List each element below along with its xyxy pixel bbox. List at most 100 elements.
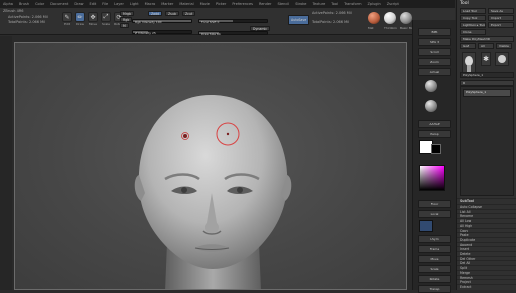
- tool-button-goz[interactable]: GoZ: [460, 43, 476, 49]
- shelf-button-transp[interactable]: Transp: [418, 285, 451, 293]
- tool-button-load-tool[interactable]: Load Tool: [460, 8, 486, 14]
- shelf-button-aahalf[interactable]: AAHalf: [418, 120, 451, 128]
- draw-tool[interactable]: ✏ Draw: [75, 12, 85, 26]
- shelf-button-zoom[interactable]: Zoom: [418, 58, 451, 66]
- menu-item[interactable]: File: [102, 2, 108, 6]
- menu-item[interactable]: Draw: [74, 2, 83, 6]
- menu-item[interactable]: Light: [130, 2, 139, 6]
- subtool-header[interactable]: SubTool: [457, 198, 516, 203]
- edit-label: Edit: [64, 22, 70, 26]
- menu-item[interactable]: Zscript: [387, 2, 399, 6]
- move-tool[interactable]: ✥ Move: [88, 12, 98, 26]
- menu-item[interactable]: Alpha: [3, 2, 13, 6]
- menu-item[interactable]: Stroke: [295, 2, 306, 6]
- menu-item[interactable]: Movie: [200, 2, 210, 6]
- z-intensity-slider[interactable]: Z Intensity 25: [132, 30, 192, 35]
- move-icon: ✥: [88, 12, 98, 22]
- shelf-button-local[interactable]: Local: [418, 210, 451, 218]
- menu-item[interactable]: Layer: [114, 2, 124, 6]
- menu-item[interactable]: Macro: [145, 2, 156, 6]
- sphere-icon[interactable]: [425, 100, 437, 112]
- zadd-button[interactable]: Zadd: [148, 11, 163, 16]
- tool-thumbnail[interactable]: ✱: [481, 52, 491, 66]
- total-points-readout: TotalPoints: 2.066 Mil: [312, 20, 350, 24]
- tool-button-export[interactable]: Export: [488, 22, 514, 28]
- shelf-button-persp[interactable]: Persp: [418, 130, 451, 138]
- draw-label: Draw: [76, 22, 84, 26]
- subtool-list: PolySphere_1: [460, 86, 514, 196]
- tool-button-r[interactable]: R: [460, 80, 514, 86]
- menu-item[interactable]: Picker: [216, 2, 226, 6]
- shelf-button-floor[interactable]: Floor: [418, 200, 451, 208]
- edit-icon: ✎: [62, 12, 72, 22]
- mrgb-button[interactable]: Mrgb: [120, 11, 135, 16]
- menu-item[interactable]: Zplugin: [367, 2, 380, 6]
- scale-icon: ⤢: [101, 12, 111, 22]
- move-label: Move: [88, 22, 98, 26]
- color-picker[interactable]: [419, 165, 445, 191]
- tool-button-make-polymesh3d[interactable]: Make PolyMesh3D: [460, 36, 514, 42]
- tool-thumbnail[interactable]: [495, 52, 509, 66]
- menu-item[interactable]: Transform: [344, 2, 361, 6]
- tool-button-lightbox-tools[interactable]: Lightbox ▸ Tools: [460, 22, 486, 28]
- material-swatch-3[interactable]: [400, 12, 412, 24]
- autosave-button[interactable]: AutoSave: [288, 15, 310, 25]
- tool-palette-title: Tool: [460, 1, 469, 6]
- material-swatch-2[interactable]: [384, 12, 396, 24]
- subtool-action-extract[interactable]: Extract: [457, 283, 516, 289]
- viewport-canvas[interactable]: [14, 42, 407, 290]
- tool-button-clone[interactable]: Clone: [460, 29, 486, 35]
- menu-item[interactable]: Stencil: [277, 2, 289, 6]
- menu-item[interactable]: Marker: [161, 2, 173, 6]
- tool-button-save-as[interactable]: Save As: [488, 8, 514, 14]
- tool-button-all[interactable]: All: [478, 43, 494, 49]
- menu-item[interactable]: Material: [179, 2, 193, 6]
- menu-item[interactable]: Tool: [331, 2, 338, 6]
- menu-bar: Alpha Brush Color Document Draw Edit File Layer…: [0, 0, 455, 8]
- rgb-button[interactable]: Rgb: [120, 17, 133, 22]
- draw-icon: ✏: [75, 12, 85, 22]
- rgb-intensity-slider[interactable]: Rgb Intensity 100: [132, 19, 192, 24]
- focal-shift-slider[interactable]: Focal Shift 0: [198, 19, 268, 24]
- shelf-button-move[interactable]: Move: [418, 255, 451, 263]
- tool-button-visible[interactable]: Visible: [496, 43, 512, 49]
- secondary-color-swatch[interactable]: [431, 144, 441, 154]
- tool-palette: Tool ✱ PolySphere_1 Load Tool Save As Copy…: [456, 0, 516, 290]
- left-shelf: [0, 36, 12, 290]
- version-label: ZBrush 4R6: [3, 9, 24, 13]
- shelf-button-bpr[interactable]: BPR: [418, 28, 451, 36]
- active-points-readout: ActivePoints: 2.066 Mil: [312, 11, 352, 15]
- shelf-button-rotate[interactable]: Rotate: [418, 275, 451, 283]
- shelf-button-lsym[interactable]: LSym: [418, 235, 451, 243]
- menu-item[interactable]: Preferences: [232, 2, 253, 6]
- menu-item[interactable]: Texture: [312, 2, 325, 6]
- right-shelf: BPR SPix 3 Scroll Zoom Actual AAHalf Persp Floo…: [412, 20, 456, 293]
- menu-item[interactable]: Edit: [90, 2, 97, 6]
- zcut-button[interactable]: Zcut: [182, 11, 196, 16]
- menu-item[interactable]: Render: [259, 2, 271, 6]
- sphere-icon[interactable]: [425, 80, 437, 92]
- shelf-button-frame[interactable]: Frame: [418, 245, 451, 253]
- m-button[interactable]: M: [120, 23, 129, 28]
- tool-button-copy-tool[interactable]: Copy Tool: [460, 15, 486, 21]
- shelf-button-actual[interactable]: Actual: [418, 68, 451, 76]
- subtool-item[interactable]: PolySphere_1: [463, 89, 511, 97]
- material-label-2: ThinSkin: [384, 26, 397, 30]
- draw-size-slider[interactable]: Draw Size 64: [198, 31, 268, 36]
- scale-tool[interactable]: ⤢ Scale: [101, 12, 111, 26]
- menu-item[interactable]: Brush: [19, 2, 29, 6]
- zsub-button[interactable]: Zsub: [165, 11, 179, 16]
- texture-slot[interactable]: [419, 220, 433, 232]
- edit-tool[interactable]: ✎ Edit: [62, 12, 72, 26]
- current-tool-name: PolySphere_1: [460, 72, 514, 78]
- shelf-button-scroll[interactable]: Scroll: [418, 48, 451, 56]
- total-points-label: TotalPoints: 2.066 Mil: [8, 20, 46, 24]
- shelf-button-scale[interactable]: Scale: [418, 265, 451, 273]
- menu-item[interactable]: Color: [35, 2, 44, 6]
- menu-item[interactable]: Document: [50, 2, 68, 6]
- shelf-button-spix-3[interactable]: SPix 3: [418, 38, 451, 46]
- material-swatch-1[interactable]: [368, 12, 380, 24]
- tool-button-import[interactable]: Import: [488, 15, 514, 21]
- dynamic-button[interactable]: Dynamic: [250, 26, 271, 31]
- active-points-label: ActivePoints: 2.066 Mil: [8, 15, 48, 19]
